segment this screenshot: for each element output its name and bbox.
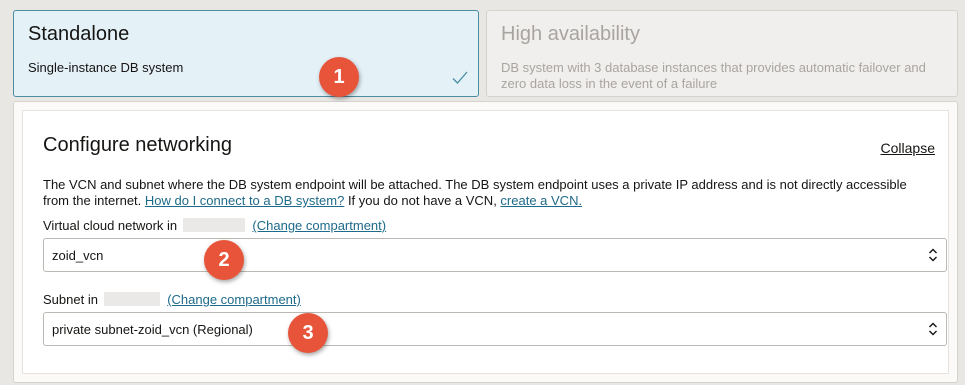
subnet-label-text: Subnet in bbox=[43, 292, 98, 307]
check-icon bbox=[452, 71, 468, 84]
vcn-select[interactable]: zoid_vcn bbox=[43, 238, 947, 272]
subnet-label: Subnet in (Change compartment) bbox=[43, 292, 301, 307]
standalone-option-card[interactable]: Standalone Single-instance DB system bbox=[13, 10, 479, 97]
high-availability-title: High availability bbox=[501, 23, 640, 45]
vcn-change-compartment-link[interactable]: (Change compartment) bbox=[252, 218, 386, 233]
high-availability-option-card[interactable]: High availability DB system with 3 datab… bbox=[486, 10, 958, 97]
collapse-link[interactable]: Collapse bbox=[881, 140, 935, 156]
networking-section: Configure networking Collapse The VCN an… bbox=[22, 110, 949, 374]
vcn-label: Virtual cloud network in (Change compart… bbox=[43, 218, 386, 233]
create-vcn-link[interactable]: create a VCN. bbox=[500, 193, 582, 208]
high-availability-description: DB system with 3 database instances that… bbox=[501, 60, 926, 91]
redacted-compartment bbox=[103, 292, 160, 306]
callout-badge-1: 1 bbox=[319, 57, 359, 97]
vcn-select-value: zoid_vcn bbox=[52, 248, 104, 263]
callout-badge-3: 3 bbox=[288, 313, 328, 353]
configure-networking-panel: Configure networking Collapse The VCN an… bbox=[13, 101, 958, 383]
vcn-label-text: Virtual cloud network in bbox=[43, 218, 178, 233]
networking-description: The VCN and subnet where the DB system e… bbox=[43, 177, 933, 209]
description-mid-text: If you do not have a VCN, bbox=[344, 193, 501, 208]
section-title: Configure networking bbox=[43, 134, 232, 156]
connect-help-link[interactable]: How do I connect to a DB system? bbox=[145, 193, 344, 208]
subnet-select[interactable]: private subnet-zoid_vcn (Regional) bbox=[43, 312, 947, 346]
select-arrows-icon bbox=[929, 322, 937, 336]
standalone-description: Single-instance DB system bbox=[28, 60, 184, 75]
standalone-title: Standalone bbox=[28, 23, 130, 45]
subnet-change-compartment-link[interactable]: (Change compartment) bbox=[167, 292, 301, 307]
redacted-compartment bbox=[182, 218, 245, 232]
callout-badge-2: 2 bbox=[204, 240, 244, 280]
subnet-select-value: private subnet-zoid_vcn (Regional) bbox=[52, 322, 253, 337]
select-arrows-icon bbox=[929, 248, 937, 262]
